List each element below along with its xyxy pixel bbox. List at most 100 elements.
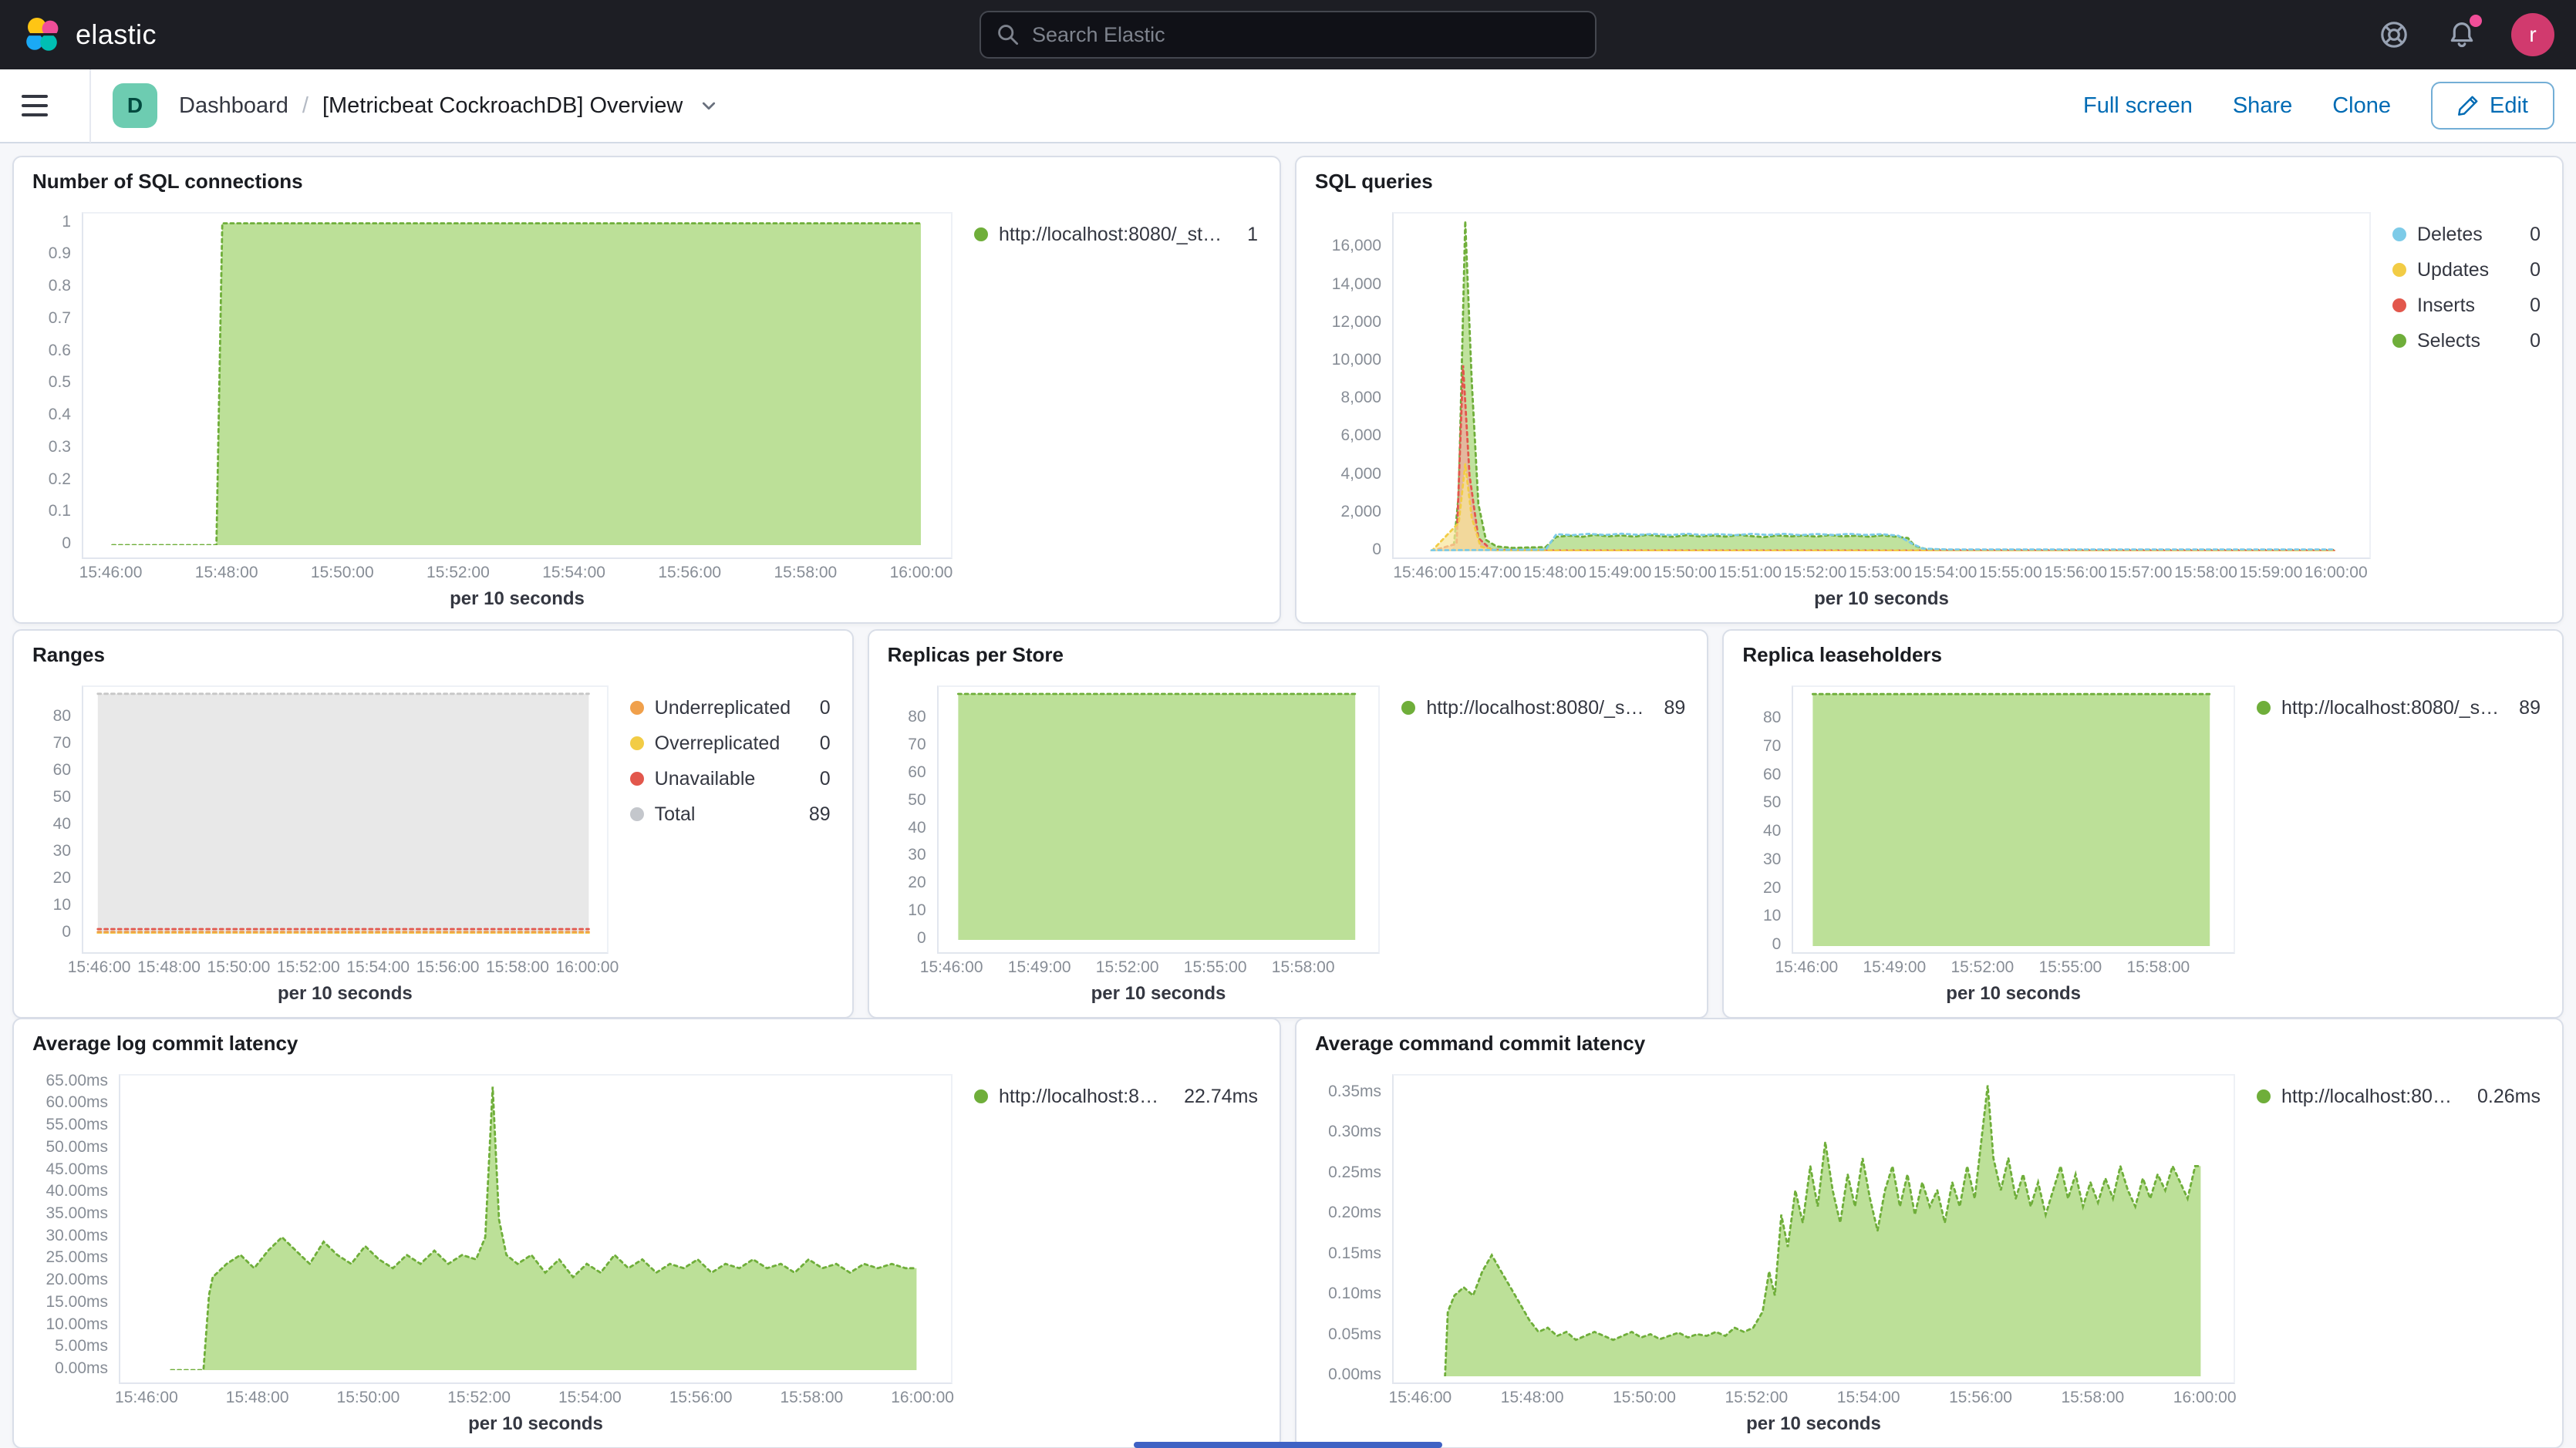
x-tick-label: 15:50:00: [311, 564, 374, 582]
share-button[interactable]: Share: [2233, 93, 2292, 119]
plot-area[interactable]: [937, 685, 1381, 954]
legend-item[interactable]: Inserts0: [2392, 289, 2541, 322]
legend-color-dot: [2392, 263, 2406, 277]
x-axis: 15:46:0015:49:0015:52:0015:55:0015:58:00: [1792, 954, 2235, 977]
sql-queries-chart: 02,0004,0006,0008,00010,00012,00014,0001…: [1315, 200, 2371, 613]
page-title: [Metricbeat CockroachDB] Overview: [322, 93, 683, 119]
panel-replica-leaseholders: Replica leaseholders 01020304050607080 1…: [1722, 629, 2564, 1019]
y-tick-label: 0.2: [49, 470, 71, 489]
x-axis: 15:46:0015:48:0015:50:0015:52:0015:54:00…: [1392, 1384, 2235, 1407]
legend-item[interactable]: Selects0: [2392, 325, 2541, 357]
y-tick-label: 8,000: [1340, 389, 1381, 407]
plot-area[interactable]: [1792, 685, 2235, 954]
x-tick-label: 15:58:00: [486, 958, 549, 977]
legend-color-dot: [630, 772, 644, 786]
top-header: elastic: [0, 0, 2576, 69]
x-tick-label: 15:54:00: [1914, 564, 1978, 582]
x-tick-label: 15:58:00: [774, 564, 837, 582]
help-button[interactable]: [2375, 16, 2412, 53]
panel-title: Replica leaseholders: [1742, 643, 2544, 667]
panel-avg-command-commit-latency: Average command commit latency 0.00ms0.0…: [1295, 1018, 2564, 1448]
plot-area[interactable]: [1392, 212, 2371, 559]
x-tick-label: 16:00:00: [2305, 564, 2368, 582]
y-tick-label: 40: [908, 819, 926, 837]
x-axis-unit-label: per 10 seconds: [937, 977, 1381, 1008]
y-tick-label: 12,000: [1332, 313, 1381, 332]
y-axis: 01020304050607080: [1742, 685, 1792, 954]
x-tick-label: 15:54:00: [558, 1389, 622, 1407]
y-tick-label: 14,000: [1332, 275, 1381, 294]
legend-item[interactable]: http://localhost:808...22.74ms: [974, 1080, 1258, 1113]
y-tick-label: 0: [1372, 540, 1381, 559]
legend-value: 89: [800, 803, 831, 826]
panel-ranges: Ranges 01020304050607080 15:46:0015:48:0…: [12, 629, 854, 1019]
x-tick-label: 15:52:00: [1951, 958, 2014, 977]
legend-item[interactable]: Deletes0: [2392, 218, 2541, 251]
panel-title: Ranges: [32, 643, 834, 667]
y-tick-label: 0.8: [49, 277, 71, 295]
elastic-logo[interactable]: elastic: [22, 15, 157, 55]
y-tick-label: 0.3: [49, 438, 71, 456]
x-axis-unit-label: per 10 seconds: [82, 582, 953, 613]
legend-item[interactable]: Underreplicated0: [630, 692, 831, 724]
y-axis: 01020304050607080: [32, 685, 82, 954]
dashboard-app-badge[interactable]: D: [113, 83, 157, 128]
avg-log-commit-latency-chart: 0.00ms5.00ms10.00ms15.00ms20.00ms25.00ms…: [32, 1062, 953, 1438]
plot-area[interactable]: [119, 1074, 953, 1384]
y-tick-label: 0.20ms: [1328, 1204, 1381, 1222]
y-tick-label: 30.00ms: [46, 1227, 108, 1245]
legend-color-dot: [974, 227, 988, 241]
legend-label: Deletes: [2417, 224, 2483, 246]
full-screen-button[interactable]: Full screen: [2083, 93, 2193, 119]
help-icon: [2379, 20, 2409, 49]
search-input[interactable]: [1032, 23, 1580, 47]
legend-item[interactable]: http://localhost:8080/_sta...89: [2257, 692, 2541, 724]
y-tick-label: 60: [908, 763, 926, 782]
plot-area[interactable]: [82, 685, 609, 954]
x-tick-label: 15:53:00: [1849, 564, 1912, 582]
breadcrumb-dashboard-link[interactable]: Dashboard: [179, 93, 288, 119]
legend-value: 0: [2520, 330, 2541, 352]
x-tick-label: 15:52:00: [1096, 958, 1159, 977]
x-tick-label: 15:49:00: [1863, 958, 1926, 977]
x-tick-label: 16:00:00: [2173, 1389, 2237, 1407]
legend-item[interactable]: Total89: [630, 798, 831, 830]
x-axis-unit-label: per 10 seconds: [82, 977, 609, 1008]
y-tick-label: 0: [1772, 935, 1782, 954]
y-tick-label: 5.00ms: [55, 1337, 108, 1355]
plot-area[interactable]: [82, 212, 953, 559]
menu-button[interactable]: [22, 83, 68, 129]
edit-button[interactable]: Edit: [2431, 82, 2554, 130]
legend-value: 0: [2520, 259, 2541, 281]
breadcrumb-separator: /: [302, 93, 309, 119]
y-tick-label: 0.7: [49, 309, 71, 328]
horizontal-scrollbar-thumb[interactable]: [1134, 1442, 1442, 1448]
x-tick-label: 15:54:00: [346, 958, 410, 977]
x-tick-label: 15:52:00: [277, 958, 340, 977]
y-axis: 00.10.20.30.40.50.60.70.80.91: [32, 212, 82, 559]
title-menu-button[interactable]: [700, 96, 718, 115]
notifications-button[interactable]: [2443, 16, 2480, 53]
x-axis: 15:46:0015:49:0015:52:0015:55:0015:58:00: [937, 954, 1381, 977]
legend-item[interactable]: Unavailable0: [630, 763, 831, 795]
panel-replicas-per-store: Replicas per Store 01020304050607080 15:…: [868, 629, 1709, 1019]
legend-label: Updates: [2417, 259, 2489, 281]
legend-item[interactable]: Updates 0: [2392, 254, 2541, 286]
y-tick-label: 0.30ms: [1328, 1123, 1381, 1141]
legend-value: 0: [811, 732, 831, 755]
legend-item[interactable]: Overreplicated0: [630, 727, 831, 759]
chart-legend: http://localhost:8080/_sta...89: [1380, 673, 1688, 1008]
legend-item[interactable]: http://localhost:8080...0.26ms: [2257, 1080, 2541, 1113]
plot-area[interactable]: [1392, 1074, 2235, 1384]
legend-color-dot: [974, 1089, 988, 1103]
legend-item[interactable]: http://localhost:8080/_sta...89: [1401, 692, 1685, 724]
user-avatar[interactable]: r: [2511, 13, 2554, 56]
legend-value: 89: [2510, 697, 2541, 719]
legend-item[interactable]: http://localhost:8080/_stat...1: [974, 218, 1258, 251]
y-tick-label: 80: [53, 707, 71, 726]
legend-color-dot: [1401, 701, 1415, 715]
panel-avg-log-commit-latency: Average log commit latency 0.00ms5.00ms1…: [12, 1018, 1281, 1448]
clone-button[interactable]: Clone: [2332, 93, 2391, 119]
y-tick-label: 0.9: [49, 244, 71, 263]
x-tick-label: 16:00:00: [556, 958, 619, 977]
